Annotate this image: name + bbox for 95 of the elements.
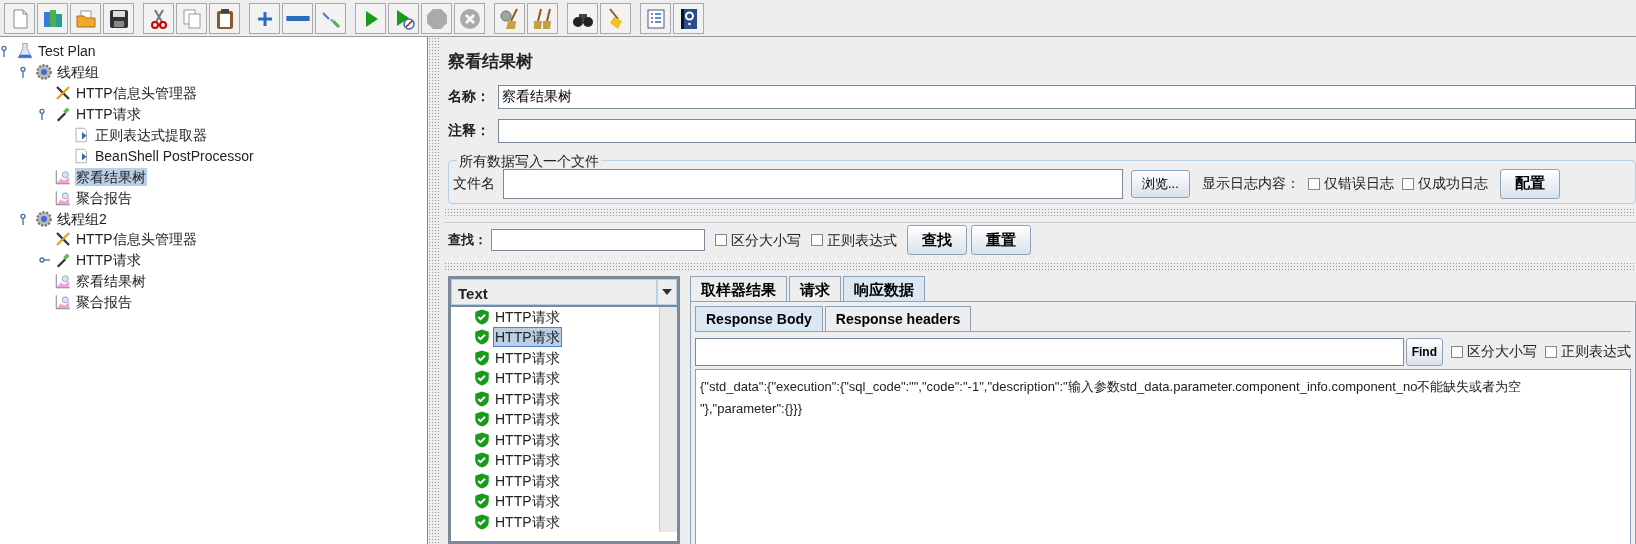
tab[interactable]: Response Body bbox=[695, 305, 823, 331]
play-button[interactable] bbox=[355, 3, 386, 34]
splitter[interactable] bbox=[428, 37, 440, 544]
tab[interactable]: 响应数据 bbox=[843, 275, 925, 301]
play-timer-button[interactable] bbox=[388, 3, 419, 34]
column-header[interactable]: Text bbox=[451, 278, 657, 305]
field-label: 文件名 bbox=[453, 174, 495, 193]
shield-check-icon bbox=[473, 328, 491, 347]
shield-check-icon bbox=[473, 430, 491, 449]
shield-check-icon bbox=[473, 492, 491, 511]
stop-icon bbox=[424, 6, 449, 31]
checkbox[interactable]: 区分大小写 bbox=[715, 229, 801, 251]
tree-item[interactable]: 正则表达式提取器 bbox=[94, 126, 208, 144]
response-text: {"std_data":{"execution":{"sql_code":"","code":"-1","description":"输入参数std_data.parameter.component_info.component_no不能缺失或者为空 "},"parameter":{}}} bbox=[695, 368, 1631, 544]
reset-button[interactable]: 重置 bbox=[971, 225, 1031, 255]
name-field[interactable]: 察看结果树 bbox=[498, 84, 1636, 109]
tab[interactable]: 请求 bbox=[789, 275, 841, 301]
droppers-button[interactable] bbox=[315, 3, 346, 34]
help-book-button[interactable] bbox=[673, 3, 704, 34]
flask-icon bbox=[16, 42, 34, 61]
chart-icon bbox=[54, 167, 72, 186]
find-button[interactable]: Find bbox=[1405, 337, 1443, 366]
shield-check-icon bbox=[473, 451, 491, 470]
result-item[interactable]: HTTP请求 bbox=[494, 389, 561, 408]
tree-item[interactable]: HTTP信息头管理器 bbox=[75, 230, 198, 249]
tree-item[interactable]: 聚合报告 bbox=[75, 188, 133, 207]
tree-item[interactable]: 聚合报告 bbox=[75, 293, 133, 312]
result-item[interactable]: HTTP请求 bbox=[494, 328, 561, 347]
paste-button[interactable] bbox=[209, 3, 240, 34]
checkbox[interactable]: 仅成功日志 bbox=[1401, 173, 1488, 194]
filename-field[interactable] bbox=[503, 168, 1123, 199]
books-button[interactable] bbox=[37, 3, 68, 34]
result-item[interactable]: HTTP请求 bbox=[494, 492, 561, 511]
tree-item[interactable]: 线程组 bbox=[56, 63, 100, 82]
find-field[interactable] bbox=[695, 337, 1404, 366]
checkbox[interactable]: 仅错误日志 bbox=[1307, 173, 1394, 194]
scrollbar[interactable] bbox=[659, 306, 677, 532]
caret-icon bbox=[662, 288, 672, 295]
scissors-button[interactable] bbox=[143, 3, 174, 34]
chart-icon bbox=[54, 272, 72, 291]
result-item[interactable]: HTTP请求 bbox=[494, 307, 561, 326]
config-button[interactable]: 配置 bbox=[1499, 168, 1560, 199]
group-title: 所有数据写入一个文件 bbox=[458, 152, 600, 169]
result-item[interactable]: HTTP请求 bbox=[494, 471, 561, 490]
comment-field[interactable] bbox=[498, 118, 1636, 143]
log-label: 显示日志内容： bbox=[1201, 174, 1300, 193]
save-button[interactable] bbox=[103, 3, 134, 34]
shield-check-icon bbox=[473, 307, 491, 326]
gear-icon bbox=[35, 209, 53, 228]
find-button[interactable]: 查找 bbox=[907, 225, 967, 255]
shield-check-icon bbox=[473, 369, 491, 388]
result-item[interactable]: HTTP请求 bbox=[494, 410, 561, 429]
panel-title: 察看结果树 bbox=[448, 51, 534, 73]
chart-icon bbox=[54, 188, 72, 207]
result-item[interactable]: HTTP请求 bbox=[494, 430, 561, 449]
result-item[interactable]: HTTP请求 bbox=[494, 348, 561, 367]
shield-check-icon bbox=[473, 410, 491, 429]
shield-check-icon bbox=[473, 471, 491, 490]
browse-button[interactable]: 浏览... bbox=[1131, 169, 1190, 198]
field-label: 注释： bbox=[447, 121, 491, 140]
brooms-button[interactable] bbox=[527, 3, 558, 34]
result-item[interactable]: HTTP请求 bbox=[494, 512, 561, 531]
tab[interactable]: 取样器结果 bbox=[690, 275, 787, 301]
shield-check-icon bbox=[473, 348, 491, 367]
tree-item[interactable]: BeanShell PostProcessor bbox=[94, 146, 255, 165]
plus-button[interactable] bbox=[249, 3, 280, 34]
close-icon bbox=[457, 6, 482, 31]
tree-item[interactable]: 线程组2 bbox=[56, 209, 108, 228]
tree-item[interactable]: 察看结果树 bbox=[75, 167, 147, 186]
chart-icon bbox=[54, 293, 72, 312]
result-item[interactable]: HTTP请求 bbox=[494, 451, 561, 470]
broom-gear-button[interactable] bbox=[494, 3, 525, 34]
tree-item[interactable]: Test Plan bbox=[37, 42, 97, 61]
tree-item[interactable]: HTTP请求 bbox=[75, 251, 142, 270]
result-item[interactable]: HTTP请求 bbox=[494, 369, 561, 388]
tab[interactable]: Response headers bbox=[824, 305, 972, 331]
field-label: 名称： bbox=[447, 87, 491, 106]
checkbox[interactable]: 正则表达式 bbox=[811, 229, 897, 251]
shield-check-icon bbox=[473, 512, 491, 531]
tree-item[interactable]: 察看结果树 bbox=[75, 272, 147, 291]
checkbox[interactable]: 区分大小写 bbox=[1451, 341, 1537, 362]
new-file-button[interactable] bbox=[4, 3, 35, 34]
minus-icon bbox=[285, 16, 310, 21]
dropper-icon bbox=[54, 251, 72, 270]
minus-button[interactable] bbox=[282, 3, 313, 34]
gear-icon bbox=[35, 63, 53, 82]
binoculars-button[interactable] bbox=[567, 3, 598, 34]
dropper-icon bbox=[54, 105, 72, 124]
tree-item[interactable]: HTTP信息头管理器 bbox=[75, 84, 198, 103]
search-field[interactable] bbox=[491, 229, 705, 251]
dropdown-button[interactable] bbox=[657, 278, 677, 305]
checkbox[interactable]: 正则表达式 bbox=[1545, 341, 1631, 362]
search-label: 查找： bbox=[447, 231, 487, 250]
tree-item[interactable]: HTTP请求 bbox=[75, 105, 142, 124]
shield-check-icon bbox=[473, 389, 491, 408]
